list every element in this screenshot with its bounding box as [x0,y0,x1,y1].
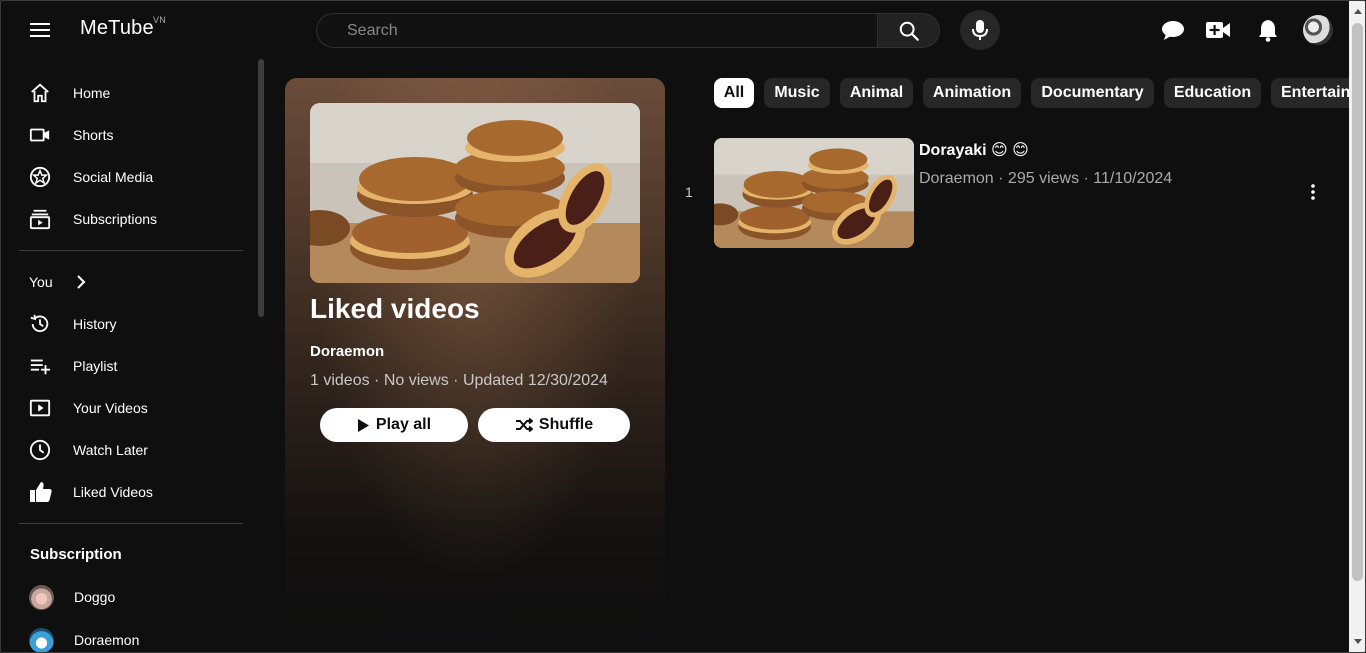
more-vertical-icon [1311,184,1315,200]
dorayaki-image [310,103,640,283]
subscriptions-icon [19,208,63,230]
sidebar-item-label: Shorts [73,127,114,143]
playlist-thumbnail[interactable] [310,103,640,283]
playlist-owner[interactable]: Doraemon [310,343,384,360]
voice-search-button[interactable] [960,10,1000,50]
playlist-header-panel: Liked videos Doraemon 1 videos · No view… [285,78,665,638]
search-icon [899,21,919,41]
sidebar-item-watch-later[interactable]: Watch Later [19,430,243,470]
sidebar-item-label: History [73,316,117,332]
shuffle-button[interactable]: Shuffle [478,408,630,442]
subscription-heading: Subscription [30,546,122,563]
sidebar: Home Shorts Social Media Subscriptions Y… [1,59,263,652]
thumbs-up-icon [19,481,63,503]
top-bar: MeTube VN [1,1,1349,59]
subscription-name: Doraemon [74,632,140,648]
channel-avatar [29,627,54,652]
sidebar-item-label: Subscriptions [73,211,158,227]
chevron-right-icon [76,275,86,289]
play-icon [357,418,369,432]
logo[interactable]: MeTube VN [80,15,166,40]
your-videos-icon [19,397,63,419]
search-button[interactable] [877,13,940,48]
chip-documentary[interactable]: Documentary [1031,78,1154,108]
sidebar-divider [19,250,243,251]
sidebar-divider [19,523,243,524]
sidebar-item-your-videos[interactable]: Your Videos [19,388,243,428]
search-bar [316,13,940,48]
sidebar-item-label: Home [73,85,111,101]
scroll-up-arrow-icon[interactable] [1353,7,1363,15]
sidebar-item-label: Liked Videos [73,484,153,500]
sidebar-item-history[interactable]: History [19,304,243,344]
video-add-icon [1206,22,1230,38]
app-window: MeTube VN Home Shorts [0,0,1366,653]
chip-entertainment[interactable]: Entertainment [1271,78,1349,108]
sidebar-item-playlist[interactable]: Playlist [19,346,243,386]
sidebar-item-home[interactable]: Home [19,73,243,113]
chip-all[interactable]: All [714,78,754,108]
menu-button[interactable] [21,11,59,49]
create-video-button[interactable] [1202,14,1234,46]
sidebar-scrollbar[interactable] [258,59,264,317]
sidebar-item-subscriptions[interactable]: Subscriptions [19,199,243,239]
chip-animal[interactable]: Animal [840,78,913,108]
subscription-item-doraemon[interactable]: Doraemon [19,620,243,652]
play-all-label: Play all [375,416,432,433]
playlist-add-icon [19,355,63,377]
logo-badge: VN [153,15,166,25]
page-scrollbar-thumb[interactable] [1352,23,1363,581]
scroll-down-arrow-icon[interactable] [1353,638,1363,646]
chip-animation[interactable]: Animation [923,78,1021,108]
shuffle-label: Shuffle [538,416,594,433]
history-icon [19,313,63,335]
chat-bubble-icon [1162,21,1184,40]
subscription-item-doggo[interactable]: Doggo [19,577,243,617]
sidebar-item-shorts[interactable]: Shorts [19,115,243,155]
user-avatar[interactable] [1303,15,1333,45]
sidebar-item-label: Your Videos [73,400,148,416]
playlist-meta: 1 videos · No views · Updated 12/30/2024 [310,372,608,389]
channel-avatar [29,584,54,610]
you-label: You [29,274,53,290]
hamburger-icon [30,23,50,37]
subscription-name: Doggo [74,589,116,605]
video-thumbnail[interactable] [714,138,914,248]
sidebar-item-label: Watch Later [73,442,148,458]
sidebar-you-header[interactable]: You [19,262,139,302]
search-input[interactable] [316,13,877,48]
bell-icon [1259,20,1277,42]
shuffle-icon [515,418,533,432]
playlist-video-row[interactable]: 1 Dorayaki 😊 😊 Doraemon · 295 views · 11… [677,138,1347,248]
video-title[interactable]: Dorayaki 😊 😊 [919,140,1029,160]
sidebar-item-label: Social Media [73,169,154,185]
play-all-button[interactable]: Play all [320,408,468,442]
social-media-icon [19,166,63,188]
chip-education[interactable]: Education [1164,78,1261,108]
shorts-icon [19,124,63,146]
home-icon [19,82,63,104]
sidebar-item-label: Playlist [73,358,118,374]
notifications-button[interactable] [1252,14,1284,46]
chip-music[interactable]: Music [764,78,830,108]
video-meta: Doraemon · 295 views · 11/10/2024 [919,170,1173,187]
microphone-icon [972,20,988,40]
dorayaki-thumbnail-image [714,138,914,248]
watch-later-icon [19,439,63,461]
video-more-button[interactable] [1301,180,1325,204]
logo-text: MeTube [80,17,154,39]
sidebar-item-liked-videos[interactable]: Liked Videos [19,472,243,512]
video-index: 1 [685,184,693,200]
category-chips: All Music Animal Animation Documentary E… [714,78,1349,108]
messages-button[interactable] [1157,14,1189,46]
playlist-title: Liked videos [310,293,480,324]
sidebar-item-social-media[interactable]: Social Media [19,157,243,197]
